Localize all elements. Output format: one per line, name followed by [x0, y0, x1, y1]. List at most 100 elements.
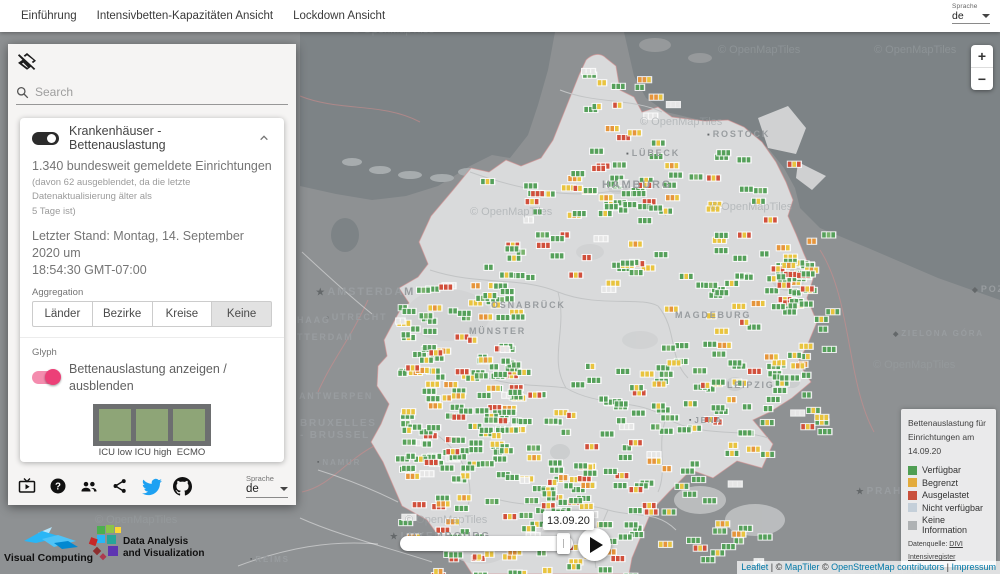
- hospital-marker[interactable]: [798, 300, 814, 308]
- nav-tab-lockdown-ansicht[interactable]: Lockdown Ansicht: [293, 10, 385, 22]
- hospital-marker[interactable]: [710, 378, 727, 386]
- hospital-marker[interactable]: [637, 181, 653, 190]
- hospital-marker[interactable]: [504, 295, 516, 303]
- hospital-marker[interactable]: [705, 205, 721, 213]
- hospital-marker[interactable]: [710, 404, 726, 412]
- timeline-slider-track[interactable]: [400, 536, 573, 551]
- hospital-marker[interactable]: [483, 416, 499, 424]
- hospital-marker[interactable]: [479, 460, 496, 468]
- timeline-play-button[interactable]: [578, 528, 611, 561]
- hospital-marker[interactable]: [410, 325, 421, 333]
- search-input[interactable]: [33, 84, 288, 100]
- nav-tab-einführung[interactable]: Einführung: [21, 10, 77, 22]
- hospital-marker[interactable]: [724, 279, 740, 288]
- hospital-marker[interactable]: [700, 556, 716, 564]
- hospital-marker[interactable]: [591, 164, 607, 173]
- hospital-marker[interactable]: [762, 216, 779, 224]
- hospital-marker[interactable]: [586, 376, 602, 384]
- hospital-marker[interactable]: [627, 240, 644, 248]
- hospital-marker[interactable]: [401, 408, 417, 416]
- hospital-marker[interactable]: [682, 490, 698, 498]
- hospital-marker[interactable]: [713, 247, 729, 255]
- hospital-marker[interactable]: [711, 350, 727, 358]
- hospital-marker[interactable]: [641, 501, 657, 510]
- hospital-marker[interactable]: [510, 313, 526, 321]
- hospital-marker[interactable]: [651, 380, 667, 388]
- hospital-marker[interactable]: [450, 436, 467, 444]
- hospital-marker[interactable]: [395, 317, 406, 325]
- hospital-marker[interactable]: [692, 367, 708, 375]
- hospital-marker[interactable]: [714, 289, 730, 297]
- hospital-marker[interactable]: [775, 244, 791, 252]
- glyph-visibility-toggle[interactable]: [32, 369, 61, 386]
- hospital-marker[interactable]: [603, 203, 620, 211]
- hospital-marker[interactable]: [610, 554, 626, 563]
- hospital-marker[interactable]: [535, 231, 551, 239]
- hospital-marker[interactable]: [602, 467, 619, 476]
- hospital-marker[interactable]: [682, 400, 699, 408]
- hospital-marker[interactable]: [568, 271, 584, 279]
- hospital-marker[interactable]: [483, 263, 495, 271]
- hospital-marker[interactable]: [702, 340, 718, 348]
- hospital-marker[interactable]: [664, 162, 680, 170]
- hospital-marker[interactable]: [712, 527, 728, 535]
- hospital-marker[interactable]: [530, 190, 546, 198]
- hospital-marker[interactable]: [503, 426, 520, 434]
- hospital-marker[interactable]: [604, 125, 621, 133]
- hospital-marker[interactable]: [746, 367, 763, 375]
- hospital-marker[interactable]: [665, 194, 681, 202]
- hospital-marker[interactable]: [715, 520, 731, 528]
- hospital-marker[interactable]: [401, 426, 413, 434]
- hospital-marker[interactable]: [491, 432, 502, 440]
- hospital-marker[interactable]: [478, 356, 494, 364]
- hospital-marker[interactable]: [504, 473, 521, 482]
- help-icon[interactable]: ?: [49, 477, 67, 495]
- aggregation-button-länder[interactable]: Länder: [32, 301, 93, 328]
- hospital-marker[interactable]: [593, 235, 609, 243]
- hospital-marker[interactable]: [543, 417, 559, 425]
- hospital-marker[interactable]: [447, 307, 459, 315]
- hospital-marker[interactable]: [504, 245, 520, 253]
- aggregation-button-kreise[interactable]: Kreise: [152, 301, 213, 328]
- hospital-marker[interactable]: [468, 439, 484, 447]
- hospital-marker[interactable]: [714, 327, 730, 335]
- hospital-marker[interactable]: [501, 408, 517, 416]
- hospital-marker[interactable]: [637, 76, 653, 84]
- hospital-marker[interactable]: [570, 381, 586, 389]
- hospital-marker[interactable]: [727, 480, 743, 488]
- attribution-link-leaflet[interactable]: Leaflet: [741, 562, 768, 572]
- hospital-marker[interactable]: [589, 147, 605, 155]
- hospital-marker[interactable]: [688, 173, 704, 181]
- hospital-marker[interactable]: [519, 476, 531, 484]
- hospital-marker[interactable]: [738, 185, 755, 193]
- hospital-marker[interactable]: [629, 384, 645, 392]
- hospital-marker[interactable]: [678, 272, 695, 281]
- hospital-marker[interactable]: [630, 409, 647, 417]
- language-select-top[interactable]: Sprache de: [952, 3, 990, 24]
- hospital-marker[interactable]: [425, 380, 441, 388]
- hospital-marker[interactable]: [517, 417, 533, 426]
- hospital-marker[interactable]: [706, 174, 722, 182]
- hospital-marker[interactable]: [617, 453, 634, 462]
- hospital-marker[interactable]: [549, 466, 565, 474]
- hospital-marker[interactable]: [665, 100, 681, 109]
- hospital-marker[interactable]: [668, 171, 684, 179]
- hospital-marker[interactable]: [421, 440, 433, 448]
- hospital-marker[interactable]: [482, 292, 498, 300]
- hospital-marker[interactable]: [657, 540, 674, 548]
- aggregation-button-bezirke[interactable]: Bezirke: [92, 301, 153, 328]
- collapse-chevron-icon[interactable]: [256, 130, 272, 146]
- hospital-marker[interactable]: [454, 504, 470, 513]
- hospital-marker[interactable]: [643, 508, 659, 516]
- hospital-marker[interactable]: [426, 424, 442, 432]
- hospital-marker[interactable]: [661, 465, 673, 473]
- aggregation-button-keine[interactable]: Keine: [212, 301, 272, 328]
- hospital-marker[interactable]: [800, 270, 816, 278]
- hospital-marker[interactable]: [689, 460, 701, 468]
- hospital-marker[interactable]: [451, 413, 467, 421]
- hospital-marker[interactable]: [648, 204, 664, 212]
- hospital-marker[interactable]: [428, 349, 444, 357]
- hospital-marker[interactable]: [582, 186, 599, 195]
- hospital-marker[interactable]: [524, 497, 540, 505]
- hospital-marker[interactable]: [527, 391, 543, 399]
